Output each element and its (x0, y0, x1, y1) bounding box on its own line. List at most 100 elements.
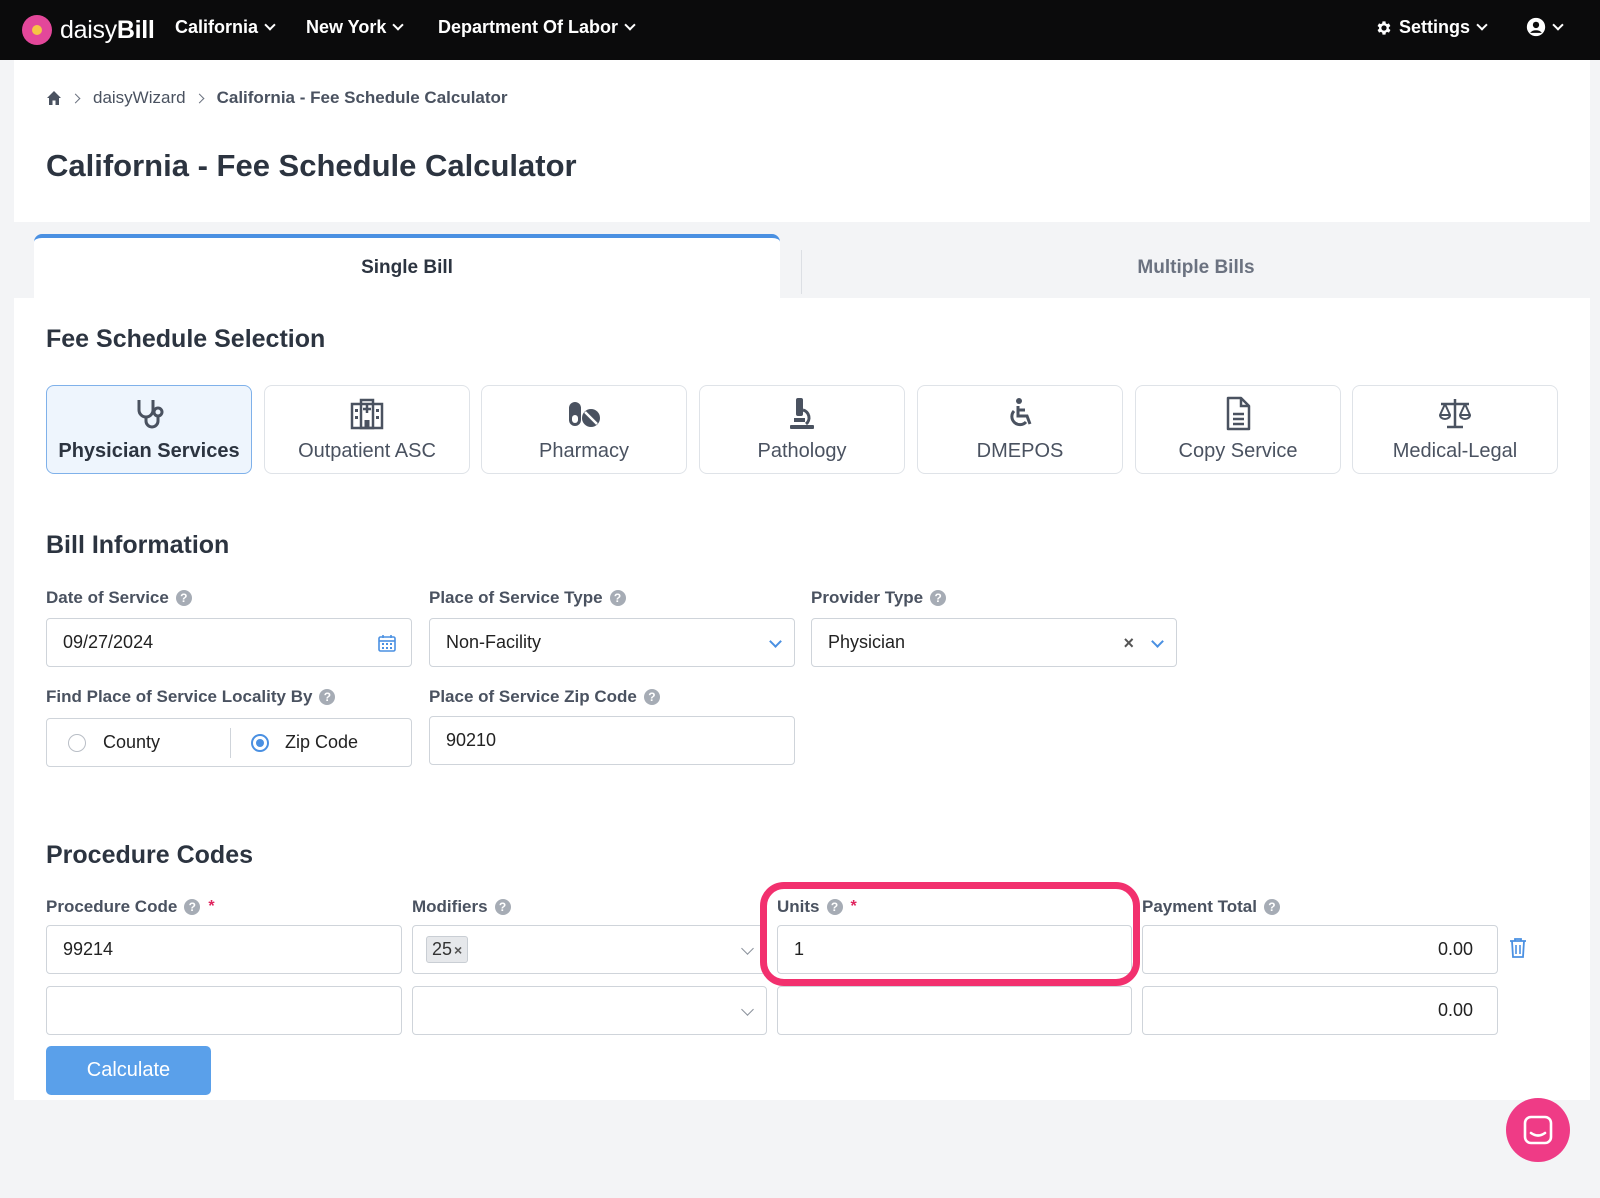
fee-schedule-outpatient-asc[interactable]: Outpatient ASC (264, 385, 470, 474)
procedure-code-value: 99214 (63, 939, 114, 959)
bill-information-section-title: Bill Information (46, 531, 230, 559)
fee-schedule-label: Pharmacy (538, 440, 630, 462)
wheelchair-icon (1010, 398, 1032, 427)
chat-icon (1523, 1115, 1553, 1145)
nav-department-of-labor[interactable]: Department Of Labor (438, 17, 636, 38)
fee-schedule-pharmacy[interactable]: Pharmacy (481, 385, 687, 474)
breadcrumb-current: California - Fee Schedule Calculator (216, 88, 508, 107)
fee-schedule-label: Physician Services (58, 440, 240, 462)
settings-menu[interactable]: Settings (1375, 17, 1488, 38)
place-of-service-type-value: Non-Facility (446, 632, 542, 652)
procedure-code-label: Procedure Code? * (46, 897, 215, 916)
help-icon[interactable]: ? (1263, 899, 1280, 915)
clear-icon[interactable]: × (1123, 633, 1134, 654)
zip-code-input[interactable]: 90210 (429, 716, 795, 765)
user-menu[interactable] (1526, 17, 1564, 37)
fee-schedule-label: Copy Service (1178, 440, 1298, 462)
date-of-service-input[interactable]: 09/27/2024 (46, 618, 412, 667)
stethoscope-icon (137, 400, 164, 429)
locality-radio-group: County Zip Code (46, 718, 412, 767)
document-icon (1226, 396, 1251, 431)
fee-schedule-medical-legal[interactable]: Medical-Legal (1352, 385, 1558, 474)
brand-name: daisyBill (60, 15, 155, 44)
zip-code-label: Place of Service Zip Code? (429, 687, 660, 707)
chevron-down-icon (624, 19, 636, 31)
date-of-service-label: Date of Service? (46, 588, 192, 608)
fee-schedule-physician-services[interactable]: Physician Services (46, 385, 252, 474)
remove-tag-icon[interactable]: × (454, 942, 462, 958)
date-of-service-value: 09/27/2024 (63, 632, 154, 652)
modifier-tag: 25 × (426, 936, 469, 963)
zip-code-radio[interactable] (251, 734, 269, 752)
payment-total-field: 0.00 (1142, 925, 1498, 974)
place-of-service-type-select[interactable]: Non-Facility (429, 618, 795, 667)
user-account-icon (1526, 17, 1546, 37)
nav-california[interactable]: California (175, 17, 276, 38)
fee-schedule-pathology[interactable]: Pathology (699, 385, 905, 474)
daisybill-logo[interactable]: daisyBill (22, 13, 155, 47)
home-icon[interactable] (46, 90, 62, 106)
provider-type-label: Provider Type? (811, 588, 947, 608)
county-radio[interactable] (68, 734, 86, 752)
microscope-icon (790, 398, 814, 429)
calendar-icon[interactable] (377, 633, 397, 653)
payment-total-label: Payment Total? (1142, 897, 1280, 917)
fee-schedule-copy-service[interactable]: Copy Service (1135, 385, 1341, 474)
nav-california-label: California (175, 17, 259, 37)
help-icon[interactable]: ? (494, 899, 511, 915)
help-icon[interactable]: ? (184, 899, 201, 915)
chevron-down-icon (741, 942, 754, 955)
fee-schedule-dmepos[interactable]: DMEPOS (917, 385, 1123, 474)
required-marker: * (208, 898, 215, 915)
breadcrumb-daisywizard[interactable]: daisyWizard (93, 88, 186, 108)
fee-schedule-section-title: Fee Schedule Selection (46, 325, 326, 353)
tab-single-bill[interactable]: Single Bill (34, 234, 780, 298)
modifiers-select[interactable] (412, 986, 767, 1035)
payment-total-value: 0.00 (1437, 1000, 1473, 1020)
chevron-down-icon (1151, 635, 1164, 648)
chevron-down-icon (741, 1003, 754, 1016)
procedure-code-input[interactable]: 99214 (46, 925, 402, 974)
locality-by-label: Find Place of Service Locality By? (46, 687, 336, 707)
place-of-service-type-label: Place of Service Type? (429, 588, 626, 608)
provider-type-value: Physician (828, 632, 906, 652)
top-navigation-bar: daisyBill California New York Department… (0, 0, 1600, 60)
scale-icon (1439, 399, 1471, 429)
pills-icon (569, 402, 600, 427)
help-icon[interactable]: ? (175, 590, 192, 606)
payment-total-value: 0.00 (1437, 939, 1473, 959)
help-icon[interactable]: ? (930, 590, 947, 606)
nav-department-of-labor-label: Department Of Labor (438, 17, 619, 37)
nav-new-york-label: New York (306, 17, 387, 37)
breadcrumb: daisyWizard California - Fee Schedule Ca… (46, 88, 508, 108)
fee-schedule-label: Outpatient ASC (298, 440, 436, 462)
payment-total-field: 0.00 (1142, 986, 1498, 1035)
hospital-icon (350, 398, 384, 430)
calculate-button[interactable]: Calculate (46, 1046, 211, 1095)
units-input[interactable] (777, 986, 1132, 1035)
gear-icon (1377, 20, 1391, 35)
chevron-down-icon (1476, 19, 1488, 31)
provider-type-select[interactable]: Physician × (811, 618, 1177, 667)
radio-divider (230, 728, 231, 758)
chevron-right-icon (194, 93, 205, 103)
chevron-down-icon (1552, 18, 1564, 31)
modifiers-label: Modifiers? (412, 897, 511, 917)
procedure-code-input[interactable] (46, 986, 402, 1035)
modifiers-select[interactable]: 25 × (412, 925, 767, 974)
tab-multiple-bills[interactable]: Multiple Bills (802, 240, 1590, 296)
zip-code-radio-label[interactable]: Zip Code (285, 732, 358, 753)
nav-new-york[interactable]: New York (306, 17, 405, 38)
settings-label: Settings (1399, 17, 1471, 37)
fee-schedule-label: Pathology (757, 440, 847, 462)
fee-schedule-label: Medical-Legal (1392, 440, 1518, 462)
daisy-flower-icon (22, 15, 52, 45)
chevron-right-icon (70, 93, 81, 103)
help-icon[interactable]: ? (609, 590, 626, 606)
trash-icon[interactable] (1508, 937, 1528, 959)
help-icon[interactable]: ? (319, 689, 336, 705)
chat-launcher-button[interactable] (1506, 1098, 1570, 1162)
chevron-down-icon (264, 19, 276, 31)
help-icon[interactable]: ? (643, 689, 660, 705)
county-radio-label[interactable]: County (103, 732, 160, 753)
